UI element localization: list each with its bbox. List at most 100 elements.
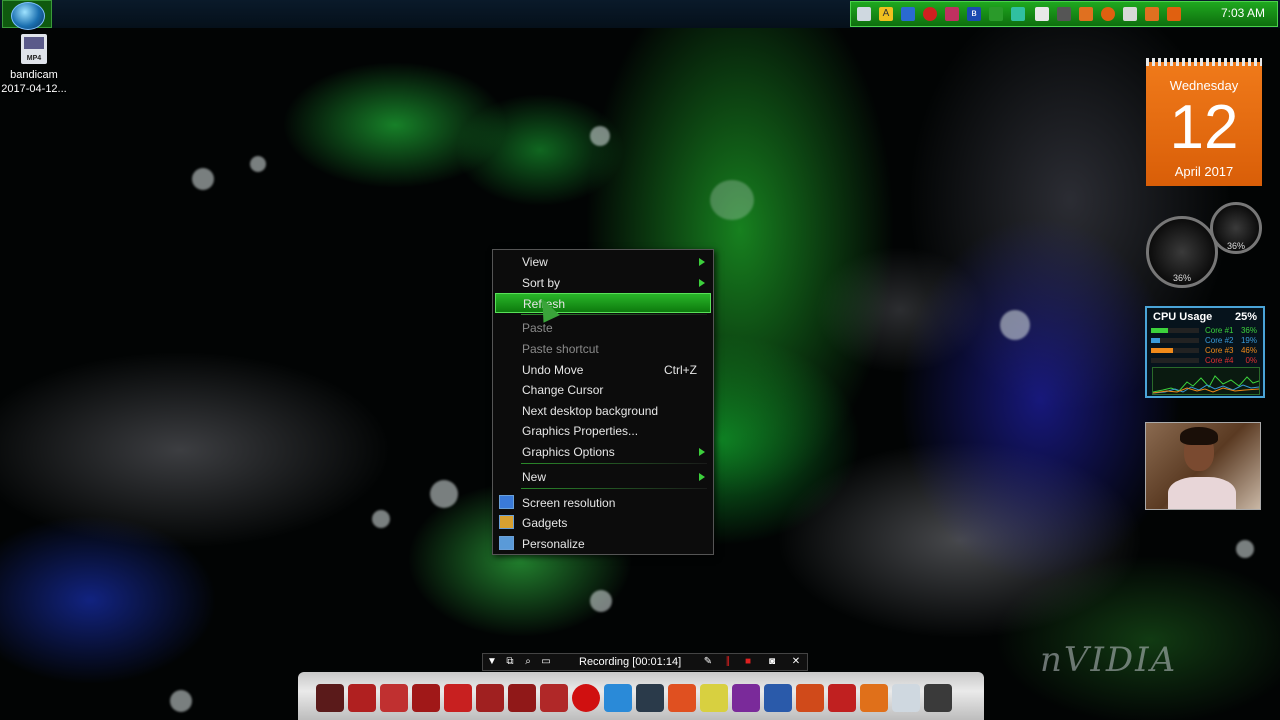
hdd-app-5-icon[interactable] xyxy=(540,684,568,712)
menu-item-label: Graphics Options xyxy=(522,445,615,459)
menu-separator xyxy=(521,488,707,489)
wallpaper-bubble xyxy=(250,156,266,172)
submenu-arrow-icon xyxy=(699,279,705,287)
word-app-icon[interactable] xyxy=(764,684,792,712)
desktop-icon-bandicam[interactable]: MP4 bandicam 2017-04-12... xyxy=(0,34,68,96)
rocket-icon[interactable] xyxy=(1079,7,1093,21)
bandicam-recording-bar: ▼ ⧉ ⌕ ▭ Recording [00:01:14] ✎ ∥ ■ ◙ ✕ xyxy=(482,653,808,671)
menu-item-label: Paste shortcut xyxy=(522,342,599,356)
terminal-app-icon[interactable] xyxy=(924,684,952,712)
draw-icon[interactable]: ✎ xyxy=(701,655,715,669)
pin-icon[interactable] xyxy=(945,7,959,21)
calendar-rings xyxy=(1146,58,1262,66)
menu-item-label: Paste xyxy=(522,321,553,335)
window-mode-icon[interactable]: ⧉ xyxy=(503,655,517,669)
system-clock[interactable]: 7:03 AM xyxy=(1221,6,1265,20)
menu-item-gadgets[interactable]: Gadgets xyxy=(495,513,711,533)
record-icon[interactable] xyxy=(923,7,937,21)
disc-app-2-icon[interactable] xyxy=(444,684,472,712)
pause-icon[interactable]: ∥ xyxy=(721,655,735,669)
webcam-overlay xyxy=(1145,422,1261,510)
folder-app-icon[interactable] xyxy=(604,684,632,712)
wifi-icon[interactable] xyxy=(1145,7,1159,21)
disc-app-1-icon[interactable] xyxy=(412,684,440,712)
bluetooth-icon[interactable]: ʙ xyxy=(967,7,981,21)
gadgets-icon xyxy=(499,515,514,529)
volume-icon[interactable] xyxy=(1167,7,1181,21)
camera-icon[interactable]: ◙ xyxy=(765,655,779,669)
calendar-day: Wednesday xyxy=(1169,78,1239,93)
core-value: 46% xyxy=(1240,346,1257,355)
power-icon[interactable] xyxy=(1101,7,1115,21)
cpu-usage-gadget[interactable]: CPU Usage 25% Core #1 36% Core #2 19% Core #… xyxy=(1145,306,1265,398)
core-bar xyxy=(1151,328,1199,333)
menu-item-paste-shortcut: Paste shortcut xyxy=(495,339,711,359)
menu-item-label: Gadgets xyxy=(522,516,568,530)
onenote-app-icon[interactable] xyxy=(732,684,760,712)
gauge-right[interactable]: 36% xyxy=(1210,202,1262,254)
core-bar xyxy=(1151,348,1199,353)
core-bar xyxy=(1151,338,1199,343)
start-button[interactable] xyxy=(2,0,52,30)
calendar-month: April 2017 xyxy=(1174,164,1234,179)
cpu-core-row: Core #2 19% xyxy=(1151,336,1261,346)
close-icon[interactable]: ✕ xyxy=(789,655,803,669)
hdd-app-2-icon[interactable] xyxy=(380,684,408,712)
core-bar-fill xyxy=(1151,338,1160,343)
menu-item-change-cursor[interactable]: Change Cursor xyxy=(495,380,711,400)
window-icon[interactable] xyxy=(857,7,871,21)
core-value: 19% xyxy=(1240,336,1257,345)
cpu-graph-svg xyxy=(1152,375,1260,394)
pen-icon[interactable] xyxy=(1057,7,1071,21)
tools-app-icon[interactable] xyxy=(668,684,696,712)
hdd-app-1-icon[interactable] xyxy=(348,684,376,712)
monitor-app-icon[interactable] xyxy=(316,684,344,712)
menu-item-graphics-options[interactable]: Graphics Options xyxy=(495,442,711,462)
menu-item-label: Personalize xyxy=(522,537,585,551)
recycle-bin-icon[interactable] xyxy=(892,684,920,712)
flag-icon[interactable] xyxy=(989,7,1003,21)
menu-item-new[interactable]: New xyxy=(495,467,711,487)
game-app-icon[interactable] xyxy=(828,684,856,712)
hdd-app-4-icon[interactable] xyxy=(508,684,536,712)
cpu-graph xyxy=(1152,367,1260,395)
recording-status: Recording [00:01:14] xyxy=(579,656,682,668)
firefox-app-icon[interactable] xyxy=(860,684,888,712)
core-name: Core #2 xyxy=(1205,336,1234,345)
usb-icon[interactable] xyxy=(1123,7,1137,21)
wallpaper-bubble xyxy=(1236,540,1254,558)
media-app-icon[interactable] xyxy=(636,684,664,712)
submenu-arrow-icon xyxy=(699,258,705,266)
battery-icon[interactable] xyxy=(901,7,915,21)
paint-app-icon[interactable] xyxy=(700,684,728,712)
gauge-left[interactable]: 36% xyxy=(1146,216,1218,288)
menu-item-screen-resolution[interactable]: Screen resolution xyxy=(495,493,711,513)
stop-icon[interactable]: ■ xyxy=(741,655,755,669)
desktop-context-menu: View Sort by Refresh Paste Paste shortcut Und… xyxy=(492,249,714,555)
menu-item-next-desktop-background[interactable]: Next desktop background xyxy=(495,401,711,421)
menu-item-undo-move[interactable]: Undo Move Ctrl+Z xyxy=(495,360,711,380)
personalize-icon xyxy=(499,536,514,550)
wallpaper-bubble xyxy=(430,480,458,508)
menu-item-personalize[interactable]: Personalize xyxy=(495,534,711,554)
core-name: Core #1 xyxy=(1205,326,1234,335)
record-app-icon[interactable] xyxy=(572,684,600,712)
hardware-icon[interactable] xyxy=(1035,7,1049,21)
wallpaper-bubble xyxy=(710,180,754,220)
gauge-left-value: 36% xyxy=(1172,273,1191,283)
cpu-core-row: Core #1 36% xyxy=(1151,326,1261,336)
dropdown-icon[interactable]: ▼ xyxy=(485,655,499,669)
powerpoint-app-icon[interactable] xyxy=(796,684,824,712)
network-icon[interactable] xyxy=(1011,7,1025,21)
hdd-app-3-icon[interactable] xyxy=(476,684,504,712)
menu-item-refresh[interactable]: Refresh xyxy=(495,293,711,313)
font-icon[interactable]: A xyxy=(879,7,893,21)
menu-item-label: Sort by xyxy=(522,276,561,290)
core-bar xyxy=(1151,358,1199,363)
menu-item-graphics-properties[interactable]: Graphics Properties... xyxy=(495,421,711,441)
calendar-gadget[interactable]: Wednesday 12 April 2017 xyxy=(1146,58,1262,186)
menu-item-sort-by[interactable]: Sort by xyxy=(495,273,711,293)
zoom-icon[interactable]: ⌕ xyxy=(521,655,535,669)
menu-item-view[interactable]: View xyxy=(495,252,711,272)
region-icon[interactable]: ▭ xyxy=(539,655,553,669)
